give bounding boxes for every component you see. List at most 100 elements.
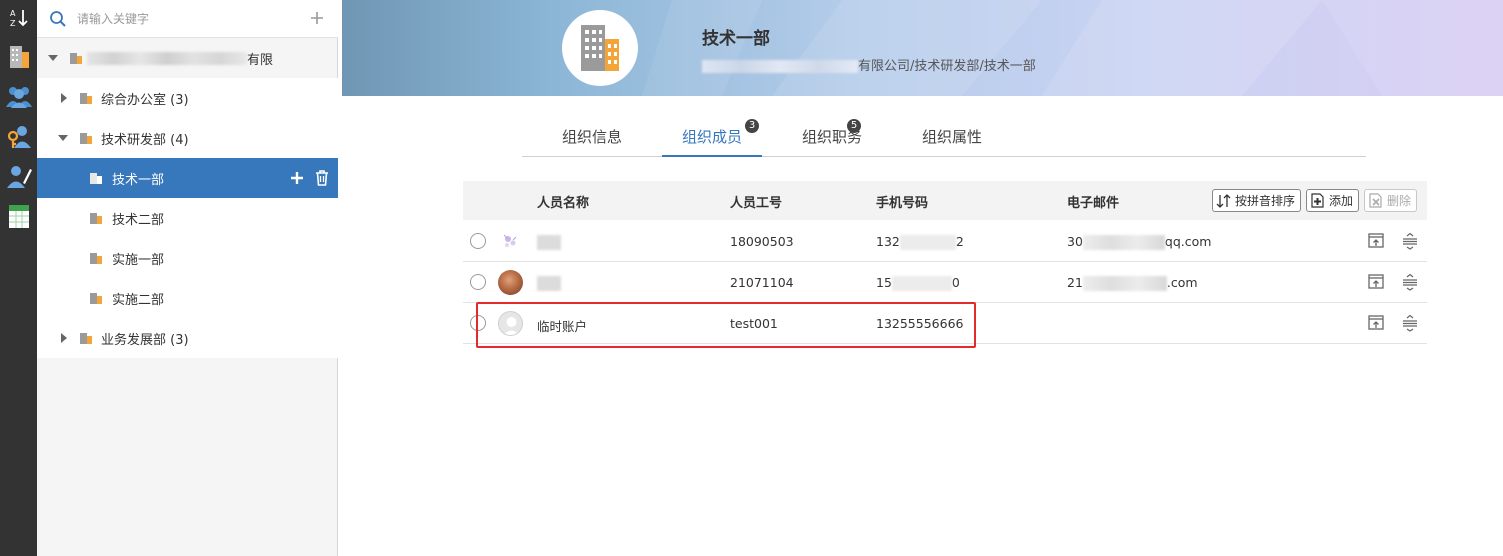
member-email: 21 .com: [1067, 275, 1198, 291]
building-icon: [581, 25, 619, 71]
delete-member-button[interactable]: 删除: [1364, 189, 1418, 212]
tree-node-label: 技术二部: [112, 212, 165, 228]
redacted-text: [537, 235, 561, 250]
email-prefix: 21: [1067, 275, 1083, 290]
export-icon[interactable]: [1367, 273, 1385, 291]
member-name: [537, 234, 561, 250]
tab-org-attributes[interactable]: 组织属性: [902, 118, 1002, 157]
building-icon: [90, 293, 102, 304]
org-banner: 技术一部 有限公司/技术研发部/技术一部: [342, 0, 1503, 96]
phone-suffix: 0: [951, 275, 960, 290]
tree-node-label: 综合办公室 (3): [101, 92, 189, 108]
org-tree-panel: 有限 综合办公室 (3) 技术研发部 (4) 技术一部 技术二部 实施一部: [37, 0, 338, 556]
org-logo: [562, 10, 638, 86]
user-edit-icon[interactable]: [0, 158, 37, 194]
redacted-text: [1082, 276, 1167, 291]
tree-node-selected[interactable]: 技术一部: [37, 158, 338, 198]
phone-suffix: 2: [955, 234, 964, 249]
email-suffix: .com: [1166, 275, 1198, 290]
column-header-email: 电子邮件: [1067, 196, 1120, 211]
tree-node[interactable]: 综合办公室 (3): [37, 78, 338, 118]
building-icon: [70, 53, 82, 64]
search-input[interactable]: [77, 9, 297, 29]
avatar: [498, 229, 523, 254]
column-header-name: 人员名称: [537, 196, 590, 211]
avatar: [498, 270, 523, 295]
sort-az-icon[interactable]: AZ: [0, 0, 37, 36]
building-icon: [90, 173, 102, 184]
member-phone: 15 0: [876, 275, 960, 291]
delete-label: 删除: [1387, 194, 1412, 208]
building-icon: [80, 333, 92, 344]
delete-page-icon: [1369, 193, 1382, 208]
add-page-icon: [1311, 193, 1324, 208]
building-icon: [80, 133, 92, 144]
export-icon[interactable]: [1367, 314, 1385, 332]
building-icon: [90, 213, 102, 224]
main-content: 技术一部 有限公司/技术研发部/技术一部 组织信息 组织成员 3 组织职务 5 …: [339, 0, 1503, 556]
org-title: 技术一部: [702, 29, 770, 49]
redacted-text: [899, 235, 956, 250]
tab-label: 组织信息: [561, 128, 622, 146]
member-name: [537, 275, 561, 291]
member-email: 30 qq.com: [1067, 234, 1211, 250]
drag-handle-icon[interactable]: [1401, 314, 1419, 332]
organization-icon[interactable]: [0, 38, 37, 74]
table-header: 人员名称 人员工号 手机号码 电子邮件 按拼音排序 添加 删除: [463, 181, 1427, 220]
add-icon[interactable]: [310, 11, 324, 25]
redacted-text: [87, 51, 247, 65]
redacted-text: [537, 276, 561, 291]
tab-org-members[interactable]: 组织成员 3: [662, 118, 762, 157]
search-bar: [37, 0, 338, 38]
caret-right-icon[interactable]: [59, 332, 69, 344]
email-suffix: qq.com: [1164, 234, 1212, 249]
phone-prefix: 132: [876, 234, 900, 249]
phone-prefix: 15: [876, 275, 892, 290]
redacted-text: [891, 276, 952, 291]
count-badge: 5: [847, 119, 861, 133]
tab-org-info[interactable]: 组织信息: [522, 118, 662, 157]
tree-node[interactable]: 技术研发部 (4): [37, 118, 338, 158]
tree-node[interactable]: 实施二部: [37, 278, 338, 318]
breadcrumb-text: 有限公司/技术研发部/技术一部: [858, 59, 1036, 74]
member-id: 21071104: [730, 275, 794, 290]
caret-down-icon[interactable]: [47, 52, 59, 64]
tab-label: 组织属性: [921, 128, 982, 146]
redacted-text: [702, 60, 858, 73]
table-row[interactable]: 21071104 15 0 21 .com: [463, 262, 1427, 303]
tree-node[interactable]: 技术二部: [37, 198, 338, 238]
org-breadcrumb: 有限公司/技术研发部/技术一部: [702, 55, 1036, 74]
banner-pattern: [642, 0, 1503, 96]
tree-node[interactable]: 业务发展部 (3): [37, 318, 338, 358]
add-member-button[interactable]: 添加: [1306, 189, 1360, 212]
drag-handle-icon[interactable]: [1401, 232, 1419, 250]
users-group-icon[interactable]: [0, 78, 37, 114]
building-icon: [80, 93, 92, 104]
table-row[interactable]: 18090503 132 2 30 qq.com: [463, 221, 1427, 262]
row-radio[interactable]: [470, 233, 486, 249]
drag-handle-icon[interactable]: [1401, 273, 1419, 291]
sort-pinyin-button[interactable]: 按拼音排序: [1212, 189, 1302, 212]
app-window: AZ 有限: [0, 0, 1503, 556]
svg-text:Z: Z: [10, 19, 16, 28]
row-radio[interactable]: [470, 274, 486, 290]
tab-org-positions[interactable]: 组织职务 5: [782, 118, 882, 157]
user-key-icon[interactable]: [0, 118, 37, 154]
export-icon[interactable]: [1367, 232, 1385, 250]
add-label: 添加: [1329, 194, 1354, 208]
caret-right-icon[interactable]: [59, 92, 69, 104]
tree-node-label: 技术研发部 (4): [101, 132, 189, 148]
sort-label: 按拼音排序: [1235, 194, 1296, 208]
trash-icon[interactable]: [314, 169, 330, 187]
caret-down-icon[interactable]: [57, 132, 69, 144]
tree-node-label: 有限: [247, 52, 274, 68]
add-icon[interactable]: [289, 170, 305, 186]
spreadsheet-icon[interactable]: [0, 198, 37, 234]
tab-label: 组织成员: [681, 128, 742, 146]
tree-node-root[interactable]: 有限: [37, 38, 338, 78]
tree-node[interactable]: 实施一部: [37, 238, 338, 278]
column-header-phone: 手机号码: [876, 196, 929, 211]
search-icon: [50, 11, 66, 27]
tab-bar: 组织信息 组织成员 3 组织职务 5 组织属性: [522, 118, 1366, 157]
sort-icon: [1216, 193, 1231, 208]
